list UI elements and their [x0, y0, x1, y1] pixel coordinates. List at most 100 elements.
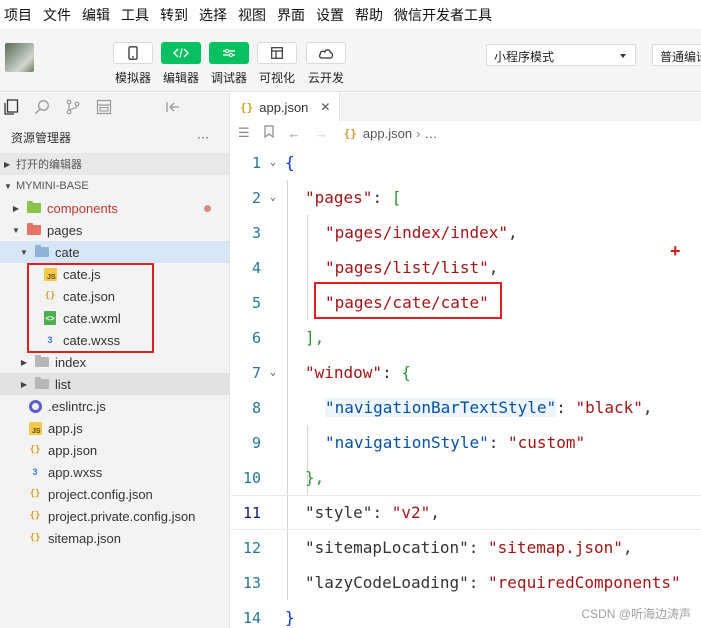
- debugger-button[interactable]: 调试器: [207, 42, 251, 86]
- forward-arrow-icon[interactable]: →: [315, 126, 328, 141]
- tree-file-project-private-config[interactable]: {} project.private.config.json: [0, 505, 229, 527]
- visualize-label: 可视化: [258, 71, 295, 85]
- tree-file-cate-js[interactable]: JS cate.js: [0, 263, 229, 285]
- avatar[interactable]: [5, 43, 34, 72]
- line-number: 8: [251, 398, 261, 417]
- list-icon[interactable]: ☰: [238, 125, 250, 141]
- line-number: 3: [251, 223, 261, 242]
- debug-panel-icon[interactable]: [96, 99, 112, 115]
- code-token: {: [401, 363, 411, 382]
- files-icon[interactable]: [3, 99, 19, 115]
- search-icon[interactable]: [34, 99, 50, 115]
- menu-edit[interactable]: 编辑: [82, 5, 110, 25]
- fold-icon[interactable]: ⌄: [261, 192, 285, 203]
- fold-icon[interactable]: ⌄: [261, 157, 285, 168]
- code-token: "style": [305, 503, 373, 522]
- tree-folder-pages[interactable]: ▼ pages: [0, 219, 229, 241]
- code-token: {: [285, 153, 295, 172]
- chevron-right-icon: ›: [416, 125, 421, 141]
- explorer-title: 资源管理器: [11, 130, 72, 145]
- json-file-icon: {}: [44, 291, 56, 301]
- tree-file-cate-wxml[interactable]: <> cate.wxml: [0, 307, 229, 329]
- fold-icon[interactable]: ⌄: [261, 367, 285, 378]
- chevron-right-icon: ▶: [4, 159, 11, 169]
- menu-goto[interactable]: 转到: [160, 5, 188, 25]
- open-editors-section[interactable]: ▶ 打开的编辑器: [0, 153, 229, 175]
- breadcrumb-more[interactable]: …: [424, 126, 437, 141]
- tree-label: project.private.config.json: [48, 508, 196, 524]
- tree-folder-components[interactable]: ▶ components: [0, 197, 229, 219]
- simulator-button[interactable]: 模拟器: [111, 42, 155, 86]
- line-number: 12: [242, 538, 261, 557]
- compile-mode-value: 普通编译: [660, 50, 701, 64]
- visualize-button[interactable]: 可视化: [255, 42, 299, 86]
- tree-label: cate.js: [63, 266, 101, 282]
- tree-label: cate.wxss: [63, 332, 121, 348]
- project-section[interactable]: ▼ MYMINI-BASE: [0, 175, 229, 197]
- tree-file-cate-wxss[interactable]: 3 cate.wxss: [0, 329, 229, 351]
- bookmark-icon[interactable]: [264, 125, 274, 141]
- line-number: 1: [251, 153, 261, 172]
- menu-select[interactable]: 选择: [199, 5, 227, 25]
- menu-file[interactable]: 文件: [43, 5, 71, 25]
- tree-label: app.js: [48, 420, 83, 436]
- tree-label: sitemap.json: [48, 530, 121, 546]
- tree-label: app.json: [48, 442, 98, 458]
- tree-label: cate.wxml: [63, 310, 121, 326]
- tree-file-sitemap[interactable]: {} sitemap.json: [0, 527, 229, 549]
- back-arrow-icon[interactable]: ←: [288, 126, 301, 141]
- code-token: "pages": [305, 188, 373, 207]
- tree-folder-index[interactable]: ▶ index: [0, 351, 229, 373]
- tree-file-app-js[interactable]: JS app.js: [0, 417, 229, 439]
- chevron-right-icon: ▶: [12, 203, 20, 213]
- json-file-icon: {}: [343, 126, 357, 140]
- menu-help[interactable]: 帮助: [355, 5, 383, 25]
- compile-mode-select[interactable]: 普通编译: [652, 44, 701, 66]
- code-line: 13 "lazyCodeLoading": "requiredComponent…: [231, 565, 701, 600]
- code-line: 6 ],: [231, 320, 701, 355]
- js-file-icon: JS: [42, 267, 58, 281]
- code-token: :: [382, 363, 402, 382]
- menu-view[interactable]: 视图: [238, 5, 266, 25]
- menu-interface[interactable]: 界面: [277, 5, 305, 25]
- modified-dot: [204, 205, 211, 212]
- menu-wechat-devtools[interactable]: 微信开发者工具: [394, 5, 492, 25]
- tree-folder-cate[interactable]: ▼ cate: [0, 241, 229, 263]
- chevron-down-icon: ▼: [12, 225, 20, 235]
- tree-file-app-wxss[interactable]: 3 app.wxss: [0, 461, 229, 483]
- tree-folder-list[interactable]: ▶ list: [0, 373, 229, 395]
- js-file-icon: JS: [27, 421, 43, 435]
- tree-file-eslintrc[interactable]: .eslintrc.js: [0, 395, 229, 417]
- menu-settings[interactable]: 设置: [316, 5, 344, 25]
- code-token: "pages/cate/cate": [325, 293, 489, 312]
- more-icon[interactable]: ···: [197, 130, 209, 144]
- folder-icon: [26, 223, 42, 237]
- tree-file-cate-json[interactable]: {} cate.json: [0, 285, 229, 307]
- collapse-panel-icon[interactable]: [165, 99, 181, 115]
- code-line: 5 "pages/cate/cate": [231, 285, 701, 320]
- breadcrumb-file[interactable]: app.json: [363, 126, 412, 141]
- code-token: "black": [575, 398, 643, 417]
- code-line: 10 },: [231, 460, 701, 495]
- code-token: ],: [305, 328, 325, 347]
- menu-project[interactable]: 项目: [4, 5, 32, 25]
- menu-bar: 项目 文件 编辑 工具 转到 选择 视图 界面 设置 帮助 微信开发者工具: [0, 0, 701, 30]
- code-token: [: [391, 188, 402, 207]
- layout-icon: [257, 42, 297, 64]
- code-token: ,: [488, 258, 499, 277]
- menu-tools[interactable]: 工具: [121, 5, 149, 25]
- tree-file-app-json[interactable]: {} app.json: [0, 439, 229, 461]
- source-control-icon[interactable]: [65, 99, 81, 115]
- chevron-down-icon: ▼: [4, 181, 12, 191]
- cloud-dev-button[interactable]: 云开发: [304, 42, 348, 86]
- code-area[interactable]: 1 ⌄ { 2 ⌄ "pages": [ 3 "pages/index/inde…: [231, 145, 701, 628]
- json-file-icon: {}: [29, 489, 41, 499]
- tree-file-project-config[interactable]: {} project.config.json: [0, 483, 229, 505]
- json-file-icon: {}: [29, 533, 41, 543]
- tab-app-json[interactable]: {} app.json ✕: [231, 93, 341, 121]
- editor-button[interactable]: 编辑器: [159, 42, 203, 86]
- mode-select[interactable]: 小程序模式: [486, 44, 636, 66]
- code-token: "pages/list/list": [325, 258, 489, 277]
- wxml-file-icon: <>: [42, 311, 58, 325]
- close-icon[interactable]: ✕: [320, 100, 330, 114]
